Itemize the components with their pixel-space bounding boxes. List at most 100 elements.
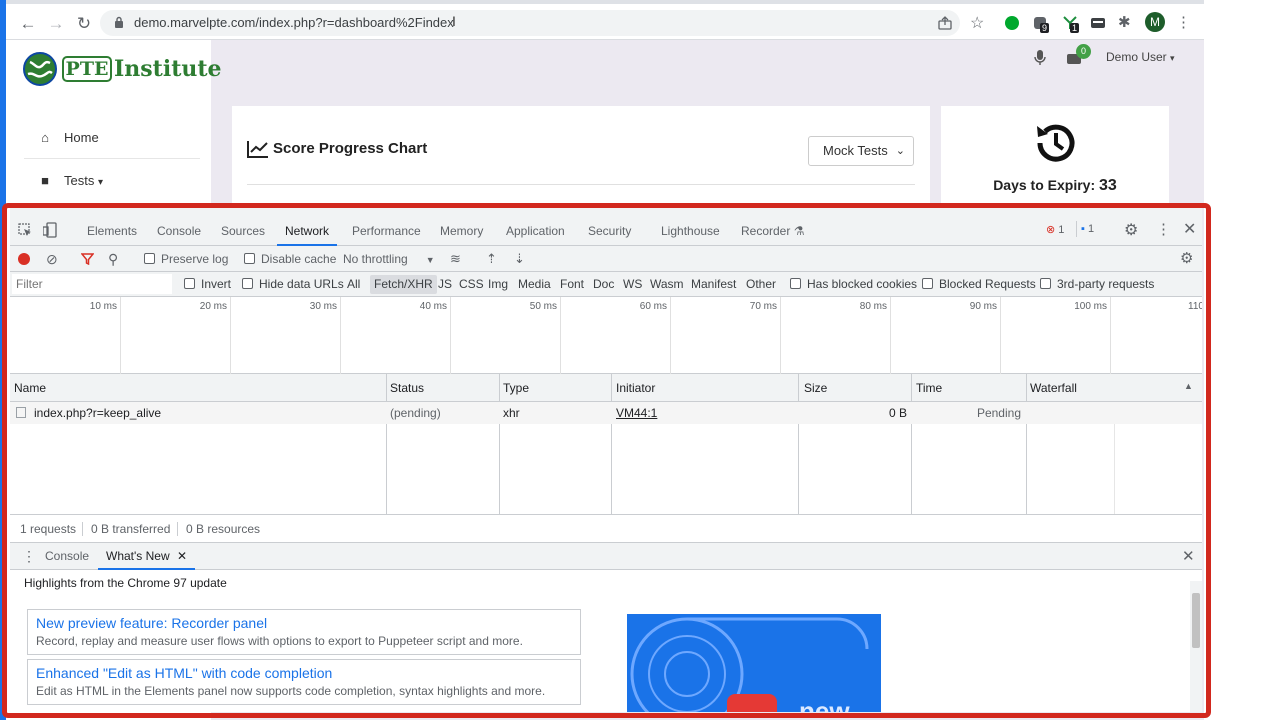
- filter-input[interactable]: [12, 274, 172, 294]
- kebab-menu-icon[interactable]: ⋮: [1176, 13, 1191, 31]
- whats-new-item-title[interactable]: New preview feature: Recorder panel: [36, 615, 267, 631]
- blocked-requests-checkbox[interactable]: Blocked Requests: [922, 272, 1036, 297]
- sidebar-item-tests[interactable]: ■ Tests ▾: [36, 166, 206, 196]
- disable-cache-checkbox[interactable]: Disable cache: [244, 246, 336, 272]
- reload-icon[interactable]: ↻: [74, 14, 94, 34]
- days-to-expiry: Days to Expiry: 33: [941, 177, 1169, 195]
- column-name[interactable]: Name: [10, 374, 46, 402]
- lock-icon: [115, 16, 123, 28]
- close-tab-icon[interactable]: ✕: [177, 549, 187, 563]
- type-filter-all[interactable]: All: [347, 272, 360, 297]
- type-filter-doc[interactable]: Doc: [593, 272, 614, 297]
- message-counter[interactable]: ▪ 1: [1081, 223, 1094, 235]
- overview-tick-label: 60 ms: [639, 301, 667, 312]
- invert-checkbox[interactable]: Invert: [184, 272, 231, 297]
- tab-network[interactable]: Network: [277, 216, 338, 246]
- star-icon[interactable]: ☆: [970, 13, 984, 33]
- type-filter-img[interactable]: Img: [488, 272, 508, 297]
- tab-sources[interactable]: Sources: [221, 216, 265, 246]
- clear-icon[interactable]: ⊘: [46, 246, 58, 272]
- extension-badge-icon[interactable]: 9: [1032, 15, 1050, 33]
- third-party-checkbox[interactable]: 3rd-party requests: [1040, 272, 1154, 297]
- user-menu[interactable]: Demo User ▾: [1106, 50, 1175, 64]
- network-settings-icon[interactable]: ⚙: [1180, 246, 1193, 272]
- request-initiator-link[interactable]: VM44:1: [616, 402, 657, 424]
- tab-memory[interactable]: Memory: [440, 216, 483, 246]
- filter-icon[interactable]: [81, 253, 94, 265]
- record-icon[interactable]: [18, 253, 30, 265]
- type-filter-css[interactable]: CSS: [459, 272, 484, 297]
- blocked-cookies-checkbox[interactable]: Has blocked cookies: [790, 272, 917, 297]
- table-row[interactable]: index.php?r=keep_alive (pending) xhr VM4…: [10, 402, 1202, 424]
- tab-performance[interactable]: Performance: [352, 216, 421, 246]
- close-drawer-icon[interactable]: ✕: [1182, 547, 1195, 565]
- puzzle-icon[interactable]: ✱: [1118, 13, 1131, 31]
- whats-new-item[interactable]: Enhanced "Edit as HTML" with code comple…: [27, 659, 581, 705]
- sort-up-icon[interactable]: ▲: [1184, 381, 1193, 391]
- share-icon[interactable]: [938, 16, 952, 30]
- back-icon[interactable]: ←: [18, 14, 38, 34]
- drawer-tab-console[interactable]: Console: [45, 543, 89, 570]
- column-waterfall[interactable]: Waterfall: [1026, 374, 1077, 402]
- sidebar-item-home[interactable]: ⌂ Home: [36, 123, 206, 153]
- hide-data-urls-checkbox[interactable]: Hide data URLs: [242, 272, 344, 297]
- mock-tests-select[interactable]: Mock Tests ⌄: [808, 136, 914, 166]
- play-button-icon[interactable]: [727, 694, 777, 712]
- devtools-menu-icon[interactable]: ⋮: [1156, 220, 1171, 238]
- network-conditions-icon[interactable]: ≋: [450, 246, 461, 272]
- export-har-icon[interactable]: ⇣: [514, 246, 525, 272]
- throttling-select[interactable]: No throttling ▼: [343, 246, 435, 272]
- type-filter-js[interactable]: JS: [438, 272, 452, 297]
- extension-leaf-icon[interactable]: 1: [1062, 15, 1080, 33]
- type-filter-fetch-xhr[interactable]: Fetch/XHR: [370, 275, 437, 294]
- tab-console[interactable]: Console: [157, 216, 201, 246]
- request-name[interactable]: index.php?r=keep_alive: [34, 402, 161, 424]
- type-filter-wasm[interactable]: Wasm: [650, 272, 684, 297]
- drawer-menu-icon[interactable]: ⋮: [22, 548, 36, 565]
- column-size[interactable]: Size: [800, 374, 827, 402]
- settings-gear-icon[interactable]: ⚙: [1124, 220, 1138, 240]
- search-icon[interactable]: ⚲: [108, 246, 118, 272]
- column-time[interactable]: Time: [912, 374, 942, 402]
- type-filter-other[interactable]: Other: [746, 272, 776, 297]
- type-filter-ws[interactable]: WS: [623, 272, 642, 297]
- whats-new-item-title[interactable]: Enhanced "Edit as HTML" with code comple…: [36, 665, 332, 681]
- preserve-log-checkbox[interactable]: Preserve log: [144, 246, 228, 272]
- tab-lighthouse[interactable]: Lighthouse: [661, 216, 720, 246]
- whats-new-video-thumbnail[interactable]: new: [627, 614, 881, 712]
- site-logo[interactable]: PTE Institute: [22, 50, 222, 90]
- column-status[interactable]: Status: [386, 374, 424, 402]
- type-filter-media[interactable]: Media: [518, 272, 551, 297]
- tab-elements[interactable]: Elements: [87, 216, 137, 246]
- column-type[interactable]: Type: [499, 374, 529, 402]
- tab-recorder[interactable]: Recorder ⚗: [741, 216, 804, 246]
- whats-new-item[interactable]: New preview feature: Recorder panel Reco…: [27, 609, 581, 655]
- drawer-tab-whats-new[interactable]: What's New ✕: [98, 543, 196, 570]
- divider: [82, 522, 83, 536]
- screen: ← → ↻ demo.marvelpte.com/index.php?r=das…: [0, 0, 1280, 720]
- drawer-scrollbar[interactable]: [1190, 581, 1202, 712]
- close-icon[interactable]: ✕: [1183, 219, 1196, 239]
- forward-icon[interactable]: →: [46, 14, 66, 34]
- type-filter-font[interactable]: Font: [560, 272, 584, 297]
- import-har-icon[interactable]: ⇡: [486, 246, 497, 272]
- tab-application[interactable]: Application: [506, 216, 565, 246]
- address-bar[interactable]: demo.marvelpte.com/index.php?r=dashboard…: [100, 10, 960, 36]
- summary-transferred: 0 B transferred: [91, 522, 171, 536]
- overview-tick-label: 110: [1188, 301, 1202, 312]
- scroll-thumb[interactable]: [1192, 593, 1200, 648]
- keyboard-extension-icon[interactable]: [1090, 15, 1106, 31]
- error-counter[interactable]: ⊗ 1: [1046, 223, 1064, 236]
- inspect-element-icon[interactable]: [18, 223, 32, 237]
- book-icon: ■: [41, 173, 49, 188]
- overview-gridline: [340, 297, 341, 374]
- microphone-icon[interactable]: [1034, 50, 1046, 66]
- column-initiator[interactable]: Initiator: [612, 374, 655, 402]
- overview-tick-label: 20 ms: [199, 301, 227, 312]
- whats-new-item-desc: Edit as HTML in the Elements panel now s…: [36, 684, 546, 698]
- profile-avatar[interactable]: M: [1145, 12, 1165, 32]
- tab-security[interactable]: Security: [588, 216, 631, 246]
- type-filter-manifest[interactable]: Manifest: [691, 272, 736, 297]
- device-toolbar-icon[interactable]: [43, 222, 57, 238]
- evernote-extension-icon[interactable]: [1004, 15, 1020, 31]
